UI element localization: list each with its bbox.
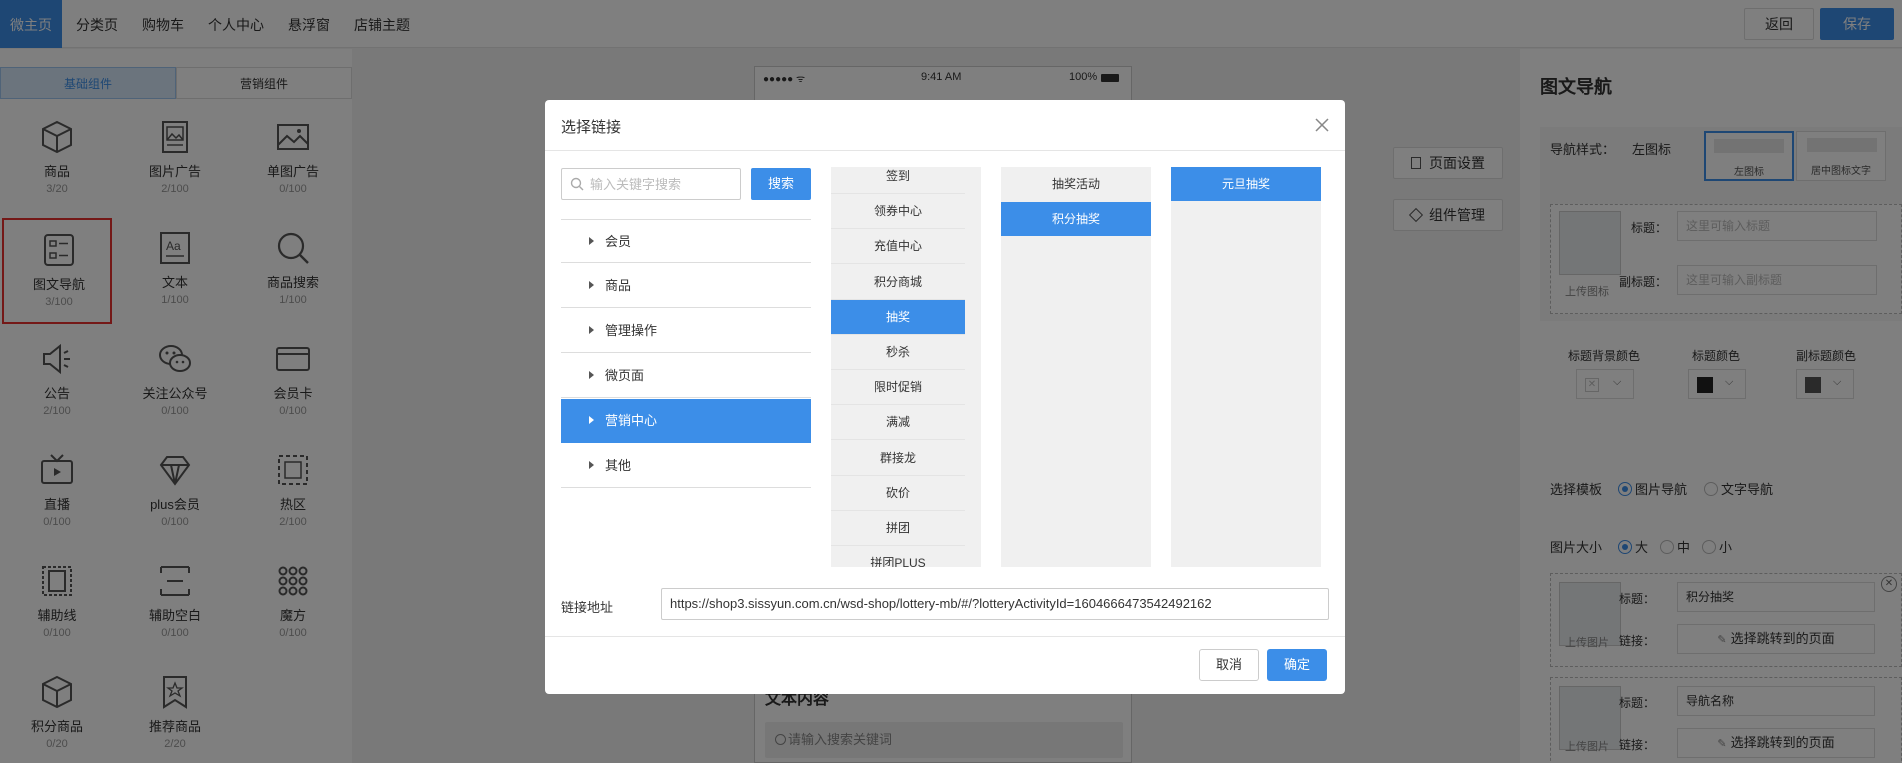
category-item[interactable]: 营销中心 (561, 399, 811, 443)
divider (545, 150, 1345, 151)
sub-category-list: 签到 领券中心 充值中心 积分商城 抽奖 秒杀 限时促销 满减 群接龙 砍价 拼团 拼团PLUS (831, 167, 981, 567)
caret-right-icon (589, 371, 594, 379)
sub-category-item[interactable]: 领券中心 (831, 194, 965, 230)
close-icon[interactable] (1313, 116, 1331, 134)
sub-category-item[interactable]: 抽奖 (831, 299, 965, 335)
category-item[interactable]: 商品 (561, 264, 811, 308)
category-label: 营销中心 (605, 413, 658, 428)
sub-category-item[interactable]: 拼团 (831, 511, 965, 546)
select-link-dialog: 选择链接 搜索 会员商品管理操作微页面营销中心其他 签到领券中心充值中心积分商城… (545, 100, 1345, 694)
sub-category-item[interactable]: 限时促销 (831, 370, 965, 406)
divider (545, 636, 1345, 637)
caret-right-icon (589, 281, 594, 289)
link-address-input[interactable]: https://shop3.sissyun.com.cn/wsd-shop/lo… (661, 588, 1329, 620)
sub-category-item[interactable]: 群接龙 (831, 441, 965, 476)
caret-right-icon (589, 416, 594, 424)
link-search-box (561, 168, 741, 200)
sub-category-item[interactable]: 拼团PLUS (831, 546, 965, 567)
activity-item[interactable]: 元旦抽奖 (1171, 167, 1321, 201)
activity-list: 元旦抽奖 (1171, 167, 1321, 567)
category-item[interactable]: 管理操作 (561, 309, 811, 353)
category-label: 管理操作 (605, 323, 658, 338)
category-label: 其他 (605, 458, 632, 473)
confirm-button[interactable]: 确定 (1267, 649, 1327, 681)
sub-category-item[interactable]: 积分商城 (831, 265, 965, 300)
search-button[interactable]: 搜索 (751, 168, 811, 200)
link-search-input[interactable] (590, 174, 738, 194)
activity-type-item[interactable]: 积分抽奖 (1001, 202, 1151, 236)
category-item[interactable]: 其他 (561, 444, 811, 488)
search-icon (570, 177, 584, 191)
caret-right-icon (589, 326, 594, 334)
sub-category-item[interactable]: 签到 (831, 167, 965, 194)
cancel-button[interactable]: 取消 (1199, 649, 1259, 681)
activity-type-list: 抽奖活动 积分抽奖 (1001, 167, 1151, 567)
caret-right-icon (589, 461, 594, 469)
link-address-label: 链接地址 (561, 600, 614, 615)
sub-category-item[interactable]: 砍价 (831, 476, 965, 511)
dialog-title: 选择链接 (561, 119, 622, 136)
category-label: 微页面 (605, 368, 645, 383)
category-item[interactable]: 微页面 (561, 354, 811, 398)
category-item[interactable]: 会员 (561, 219, 811, 263)
category-label: 会员 (605, 234, 632, 249)
category-label: 商品 (605, 278, 632, 293)
sub-category-item[interactable]: 秒杀 (831, 335, 965, 370)
caret-right-icon (589, 237, 594, 245)
sub-category-item[interactable]: 充值中心 (831, 229, 965, 265)
page: 微主页 分类页 购物车 个人中心 悬浮窗 店铺主题 返回 保存 基础组件 营销组… (0, 0, 1902, 763)
activity-type-item[interactable]: 抽奖活动 (1001, 167, 1151, 201)
sub-category-item[interactable]: 满减 (831, 405, 965, 441)
